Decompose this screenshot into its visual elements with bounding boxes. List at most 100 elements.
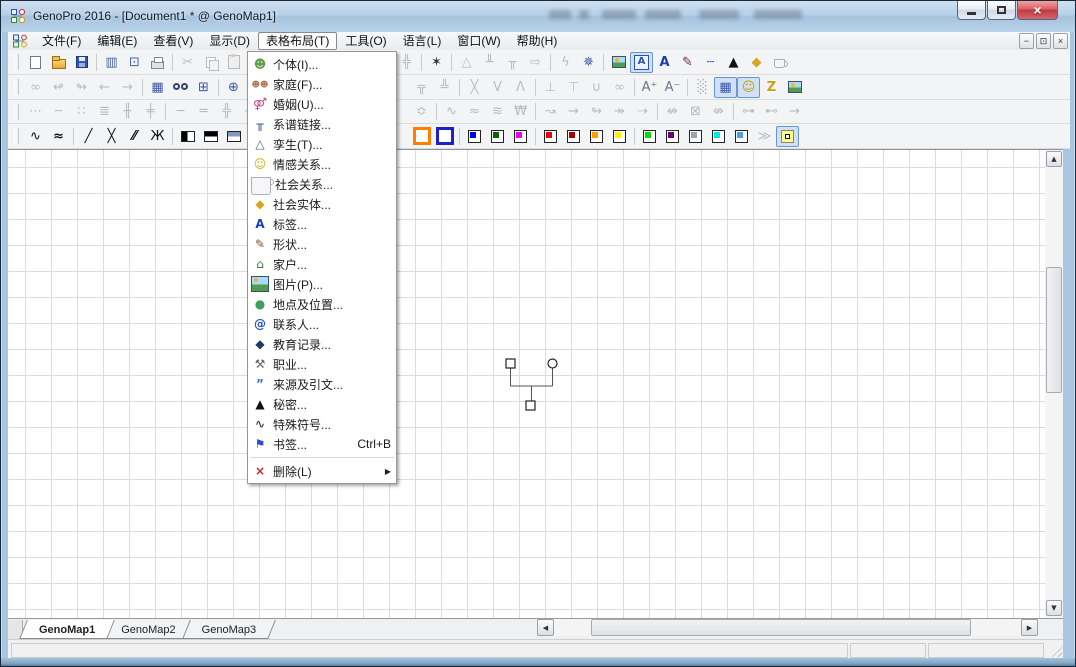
show-scroll-button[interactable]: Z: [760, 77, 783, 98]
hscroll-right-button[interactable]: ▶: [1021, 619, 1038, 636]
find-button[interactable]: [169, 77, 192, 98]
tab-genomap2[interactable]: GenoMap2: [105, 620, 191, 639]
border-orange-button[interactable]: [410, 126, 433, 147]
menubar-item-7[interactable]: 语言(L): [395, 32, 450, 50]
toolbar-grip[interactable]: [14, 128, 19, 144]
border-blue-button[interactable]: [433, 126, 456, 147]
menu-item-family[interactable]: ☻☻家庭(F)...: [248, 74, 396, 94]
mother-symbol[interactable]: [548, 359, 557, 368]
new-document-button[interactable]: [24, 52, 47, 73]
child-symbol[interactable]: [526, 401, 535, 410]
insert-dash-line-button[interactable]: ┄: [699, 52, 722, 73]
line-slash-button[interactable]: ╱: [77, 126, 100, 147]
export-picture-button[interactable]: [783, 77, 806, 98]
table-view-button[interactable]: ▦: [146, 77, 169, 98]
menubar-item-1[interactable]: 文件(F): [34, 32, 89, 50]
menu-item-emotional-relation[interactable]: ☺情感关系...: [248, 154, 396, 174]
menubar-item-2[interactable]: 编辑(E): [89, 32, 145, 50]
color-yellow-button[interactable]: [608, 126, 631, 147]
menu-item-delete[interactable]: ×删除(L)▶: [248, 461, 396, 481]
menu-item-special-symbol[interactable]: ∿特殊符号...: [248, 414, 396, 434]
color-light-blue-button[interactable]: [730, 126, 753, 147]
window-restore-button[interactable]: [987, 1, 1016, 20]
tab-genomap3[interactable]: GenoMap3: [186, 620, 272, 639]
scroll-up-button[interactable]: ▲: [1046, 151, 1062, 167]
father-symbol[interactable]: [506, 359, 515, 368]
color-green-button[interactable]: [638, 126, 661, 147]
color-dark-red-button[interactable]: [562, 126, 585, 147]
line-cross-slash-button[interactable]: Ж: [146, 126, 169, 147]
color-dark-green-button[interactable]: [486, 126, 509, 147]
genomap-canvas[interactable]: [8, 149, 1045, 618]
menu-item-contact[interactable]: @联系人...: [248, 314, 396, 334]
menubar-item-4[interactable]: 显示(D): [201, 32, 258, 50]
menu-item-individual[interactable]: ☻个体(I)...: [248, 54, 396, 74]
color-cyan-button[interactable]: [707, 126, 730, 147]
color-gray-button[interactable]: [684, 126, 707, 147]
menu-item-education[interactable]: ◆教育记录...: [248, 334, 396, 354]
color-orange-button[interactable]: [585, 126, 608, 147]
color-magenta-button[interactable]: [509, 126, 532, 147]
toolbar-grip[interactable]: [14, 79, 19, 95]
show-emotions-button[interactable]: ☺: [737, 77, 760, 98]
find-in-table-button[interactable]: ⊞: [192, 77, 215, 98]
zoom-in-button[interactable]: ⊕: [222, 77, 245, 98]
fill-top-blue-button[interactable]: [222, 126, 245, 147]
open-button[interactable]: [47, 52, 70, 73]
color-red-button[interactable]: [539, 126, 562, 147]
menu-item-social-entity[interactable]: ◆社会实体...: [248, 194, 396, 214]
menu-item-secret[interactable]: ▲秘密...: [248, 394, 396, 414]
insert-label-framed-button[interactable]: A: [630, 52, 653, 73]
menu-item-label[interactable]: A标签...: [248, 214, 396, 234]
insert-shape-button[interactable]: ✎: [676, 52, 699, 73]
window-minimize-button[interactable]: [957, 1, 986, 20]
mdi-restore-button[interactable]: ⊡: [1036, 33, 1051, 49]
insert-picture-button[interactable]: [607, 52, 630, 73]
vertical-scroll-thumb[interactable]: [1046, 267, 1062, 393]
save-button[interactable]: [70, 52, 93, 73]
snap-dots-button[interactable]: ░: [691, 77, 714, 98]
menu-item-shape[interactable]: ✎形状...: [248, 234, 396, 254]
menu-item-source-citation[interactable]: ”来源及引文...: [248, 374, 396, 394]
titlebar[interactable]: GenoPro 2016 - [Document1 * @ GenoMap1] …: [1, 1, 1075, 32]
insert-label-button[interactable]: A: [653, 52, 676, 73]
menubar-item-6[interactable]: 工具(O): [337, 32, 394, 50]
insert-social-entity-button[interactable]: ◆: [745, 52, 768, 73]
smart-wizard-button[interactable]: ✵: [577, 52, 600, 73]
menubar-item-9[interactable]: 帮助(H): [509, 32, 566, 50]
fill-top-black-button[interactable]: [199, 126, 222, 147]
show-grid-button[interactable]: ▦: [714, 77, 737, 98]
color-blue-button[interactable]: [463, 126, 486, 147]
horizontal-scroll-thumb[interactable]: [591, 619, 971, 636]
menu-item-social-relation[interactable]: 社会关系...: [248, 174, 396, 194]
menubar-item-5[interactable]: 表格布局(T): [258, 32, 337, 50]
menubar-item-3[interactable]: 查看(V): [145, 32, 201, 50]
print-preview-button[interactable]: ⊡: [123, 52, 146, 73]
genopro-wizard-button[interactable]: ✶: [425, 52, 448, 73]
menu-item-marriage[interactable]: ⚤婚姻(U)...: [248, 94, 396, 114]
color-purple-button[interactable]: [661, 126, 684, 147]
toolbar-grip[interactable]: [14, 54, 19, 70]
menu-item-occupation[interactable]: ⚒职业...: [248, 354, 396, 374]
font-increase-button[interactable]: A⁺: [638, 77, 661, 98]
resize-grip[interactable]: [1049, 644, 1062, 657]
insert-secret-button[interactable]: ▲: [722, 52, 745, 73]
menu-item-household[interactable]: ⌂家户...: [248, 254, 396, 274]
mdi-close-button[interactable]: ×: [1053, 33, 1068, 49]
mdi-minimize-button[interactable]: −: [1019, 33, 1034, 49]
window-close-button[interactable]: ×: [1017, 1, 1058, 20]
menu-item-bookmark[interactable]: ⚑书签...Ctrl+B: [248, 434, 396, 454]
curve-double-button[interactable]: ≈: [47, 126, 70, 147]
scroll-down-button[interactable]: ▼: [1046, 600, 1062, 616]
line-cross-button[interactable]: ╳: [100, 126, 123, 147]
menu-item-twins[interactable]: △孪生(T)...: [248, 134, 396, 154]
menu-item-place[interactable]: ●地点及位置...: [248, 294, 396, 314]
line-double-slash-button[interactable]: ⁄⁄: [123, 126, 146, 147]
hscroll-left-button[interactable]: ◀: [537, 619, 554, 636]
tab-genomap1[interactable]: GenoMap1: [23, 620, 111, 639]
highlight-current-button[interactable]: [776, 126, 799, 147]
print-button[interactable]: [146, 52, 169, 73]
toolbar-grip[interactable]: [14, 104, 19, 120]
menubar-item-8[interactable]: 窗口(W): [449, 32, 508, 50]
menu-item-picture[interactable]: 图片(P)...: [248, 274, 396, 294]
